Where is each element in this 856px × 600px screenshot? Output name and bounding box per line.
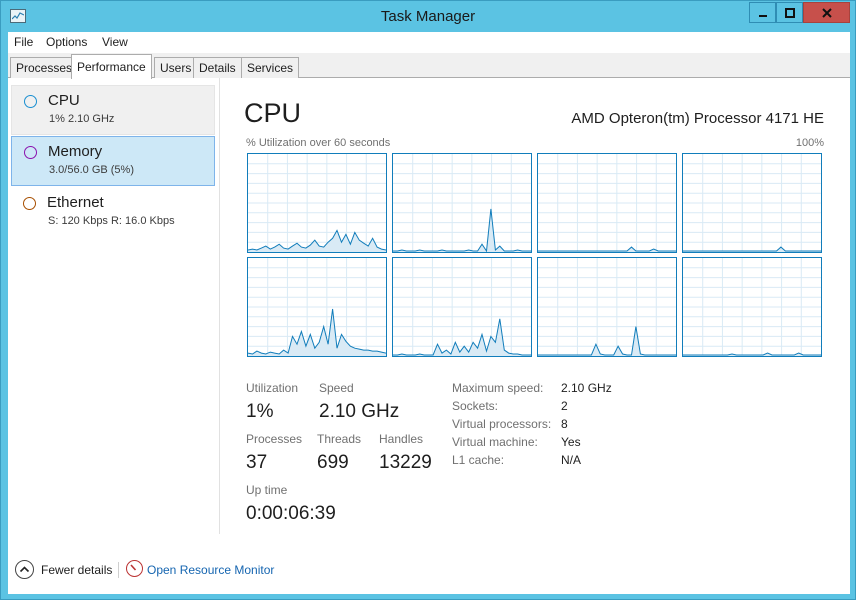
cpu-indicator-icon: [24, 95, 37, 108]
open-resource-monitor-link[interactable]: Open Resource Monitor: [147, 563, 274, 577]
close-icon: [821, 7, 832, 18]
sidebar-item-ethernet[interactable]: Ethernet S: 120 Kbps R: 16.0 Kbps: [11, 188, 215, 238]
minimize-button[interactable]: [749, 2, 776, 23]
maximize-button[interactable]: [776, 2, 803, 23]
threads-value: 699: [317, 452, 349, 473]
core-graph-2: [392, 153, 532, 253]
resource-monitor-icon[interactable]: [126, 560, 143, 577]
max-speed-key: Maximum speed:: [452, 381, 544, 395]
sockets-key: Sockets:: [452, 399, 499, 413]
sidebar-item-cpu[interactable]: CPU 1% 2.10 GHz: [11, 85, 215, 135]
utilization-graph-label: % Utilization over 60 seconds: [246, 137, 391, 149]
tab-bar: Processes Performance Users Details Serv…: [8, 53, 850, 79]
tab-details[interactable]: Details: [193, 57, 242, 78]
ethernet-indicator-icon: [23, 197, 36, 210]
utilization-area: [248, 309, 386, 356]
footer-divider: [118, 562, 119, 578]
utilization-label: Utilization: [246, 381, 299, 395]
utilization-graph-max: 100%: [795, 137, 824, 149]
tab-users[interactable]: Users: [154, 57, 198, 78]
core-graph-1: [247, 153, 387, 253]
core-graph-5: [247, 257, 387, 357]
l1-cache-key: L1 cache:: [452, 453, 505, 467]
core-graph-svg: [538, 154, 676, 252]
close-button[interactable]: [803, 2, 850, 23]
memory-indicator-icon: [24, 146, 37, 159]
core-graph-8: [682, 257, 822, 357]
sidebar-item-subtitle: 3.0/56.0 GB (5%): [49, 164, 134, 176]
minimize-icon: [758, 14, 767, 17]
utilization-area: [538, 326, 676, 356]
sidebar-item-subtitle: S: 120 Kbps R: 16.0 Kbps: [48, 215, 175, 227]
core-graph-svg: [248, 258, 386, 356]
sidebar-item-title: CPU: [48, 92, 80, 109]
handles-label: Handles: [379, 432, 424, 446]
max-speed-value: 2.10 GHz: [561, 381, 612, 395]
utilization-area: [393, 318, 531, 356]
handles-value: 13229: [379, 452, 432, 473]
core-graph-4: [682, 153, 822, 253]
virtual-machine-value: Yes: [561, 435, 581, 449]
client-area: File Options View Processes Performance …: [8, 32, 850, 594]
speed-label: Speed: [319, 381, 354, 395]
performance-sidebar: CPU 1% 2.10 GHz Memory 3.0/56.0 GB (5%) …: [8, 78, 220, 534]
utilization-area: [393, 208, 531, 252]
maximize-icon: [784, 7, 795, 18]
sidebar-item-title: Memory: [48, 143, 103, 160]
virtual-processors-value: 8: [561, 417, 568, 431]
core-graph-svg: [393, 258, 531, 356]
utilization-line: [538, 326, 676, 356]
sidebar-item-subtitle: 1% 2.10 GHz: [49, 113, 115, 125]
chevron-up-icon: [19, 566, 30, 573]
core-graph-svg: [393, 154, 531, 252]
utilization-area: [248, 230, 386, 252]
core-graph-6: [392, 257, 532, 357]
window-title: Task Manager: [380, 8, 476, 25]
l1-cache-value: N/A: [561, 453, 582, 467]
uptime-label: Up time: [246, 483, 288, 497]
core-graph-svg: [248, 154, 386, 252]
core-graph-svg: [683, 154, 821, 252]
core-graph-svg: [683, 258, 821, 356]
sidebar-item-memory[interactable]: Memory 3.0/56.0 GB (5%): [11, 136, 215, 186]
menu-file[interactable]: File: [14, 35, 33, 49]
utilization-line: [393, 208, 531, 252]
tab-services[interactable]: Services: [241, 57, 300, 78]
task-manager-window: Task Manager File Options View Processes…: [0, 0, 856, 600]
page-title: CPU: [244, 98, 302, 128]
fewer-details-button[interactable]: [15, 560, 34, 579]
processor-name: AMD Opteron(tm) Processor 4171 HE: [571, 110, 824, 127]
core-graph-3: [537, 153, 677, 253]
sidebar-item-title: Ethernet: [47, 194, 104, 211]
core-graph-svg: [538, 258, 676, 356]
menu-bar: File Options View: [8, 32, 850, 53]
menu-options[interactable]: Options: [46, 35, 87, 49]
processes-label: Processes: [246, 432, 303, 446]
utilization-value: 1%: [246, 401, 274, 422]
utilization-line: [683, 246, 821, 252]
footer-bar: Fewer details Open Resource Monitor: [8, 550, 850, 590]
virtual-processors-key: Virtual processors:: [452, 417, 552, 431]
virtual-machine-key: Virtual machine:: [452, 435, 538, 449]
speed-value: 2.10 GHz: [319, 401, 400, 422]
processes-value: 37: [246, 452, 268, 473]
fewer-details-link[interactable]: Fewer details: [41, 563, 112, 577]
title-bar[interactable]: Task Manager: [1, 1, 855, 32]
threads-label: Threads: [317, 432, 362, 446]
menu-view[interactable]: View: [102, 35, 128, 49]
tab-performance[interactable]: Performance: [71, 54, 152, 79]
core-graph-7: [537, 257, 677, 357]
sockets-value: 2: [561, 399, 568, 413]
tab-processes[interactable]: Processes: [10, 57, 79, 78]
uptime-value: 0:00:06:39: [246, 503, 336, 524]
